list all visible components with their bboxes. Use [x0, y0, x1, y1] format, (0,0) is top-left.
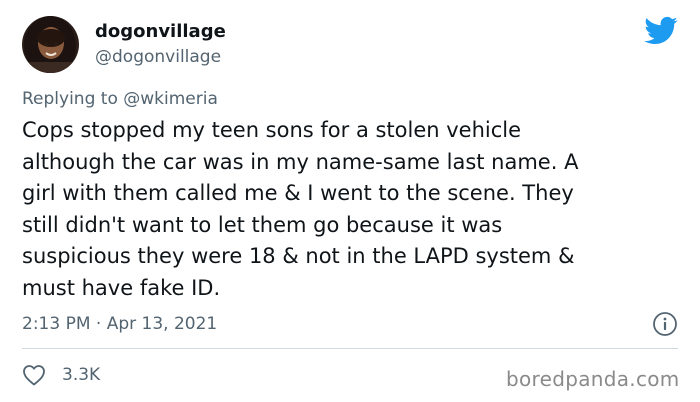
tweet-text-line: suspicious they were 18 & not in the LAP… — [22, 244, 575, 268]
tweet-text-line: must have fake ID. — [22, 275, 221, 300]
author-handle[interactable]: @dogonvillage — [95, 46, 221, 68]
heart-icon[interactable] — [22, 364, 46, 386]
tweet-timestamp[interactable]: 2:13 PM · Apr 13, 2021 — [22, 313, 217, 335]
avatar[interactable] — [22, 16, 79, 73]
twitter-bird-icon[interactable] — [644, 16, 678, 46]
reply-prefix: Replying to — [22, 89, 124, 109]
info-icon[interactable] — [652, 311, 678, 337]
tweet-text-line: although the car was in my name-same las… — [22, 149, 579, 174]
tweet-text-line: Cops stopped my teen sons for a stolen v… — [22, 118, 522, 142]
tweet-text-line: still didn't want to let them go because… — [22, 212, 503, 237]
tweet-text: Cops stopped my teen sons for a stolen v… — [22, 115, 687, 304]
watermark: boredpanda.com — [506, 367, 680, 391]
divider — [22, 348, 678, 349]
tweet-text-line: girl with them called me & I went to the… — [22, 181, 574, 205]
like-count[interactable]: 3.3K — [62, 364, 100, 386]
reply-context: Replying to @wkimeria — [22, 88, 218, 110]
reply-mention-link[interactable]: @wkimeria — [123, 89, 218, 109]
author-display-name[interactable]: dogonvillage — [95, 20, 226, 44]
